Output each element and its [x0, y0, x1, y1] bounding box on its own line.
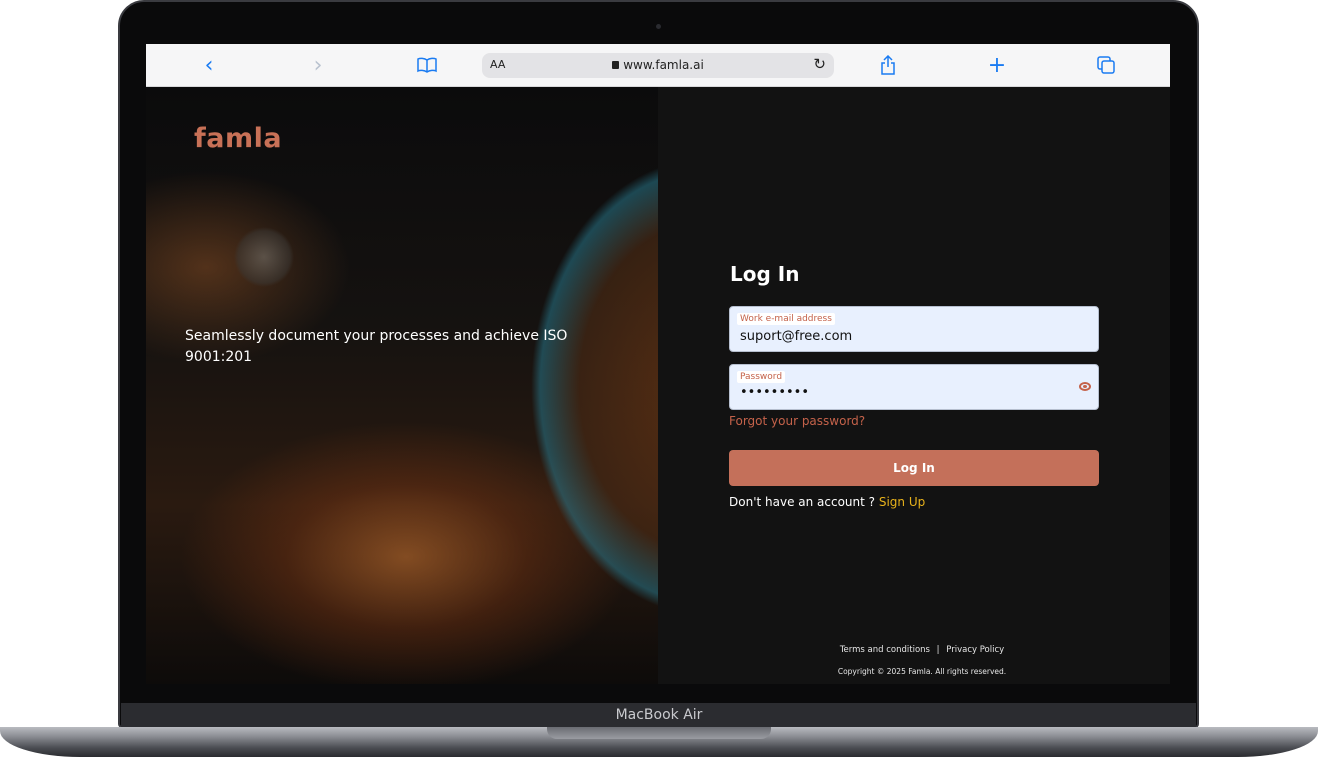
footer-separator: | [936, 645, 940, 655]
forward-icon[interactable]: › [303, 52, 333, 78]
password-field[interactable]: Password ••••••••• [729, 364, 1099, 410]
famla-logo[interactable]: famla [194, 123, 282, 154]
email-field[interactable]: Work e-mail address suport@free.com [729, 306, 1099, 352]
share-icon[interactable] [873, 52, 903, 78]
bookmarks-icon[interactable] [412, 52, 442, 78]
privacy-link[interactable]: Privacy Policy [946, 645, 1004, 655]
browser-toolbar: ‹ › AA www.famla.ai ↻ + [146, 44, 1170, 87]
page: famla Seamlessly document your processes… [146, 87, 1170, 684]
email-value[interactable]: suport@free.com [740, 329, 852, 344]
email-label: Work e-mail address [737, 313, 835, 325]
back-icon[interactable]: ‹ [194, 52, 224, 78]
reload-icon[interactable]: ↻ [813, 55, 826, 73]
terms-link[interactable]: Terms and conditions [840, 645, 930, 655]
login-button[interactable]: Log In [729, 450, 1099, 486]
eye-icon[interactable] [1079, 382, 1091, 391]
tabs-icon[interactable] [1091, 52, 1121, 78]
password-label: Password [737, 371, 786, 383]
laptop-notch [547, 727, 771, 739]
device-label: MacBook Air [615, 707, 703, 723]
signup-prompt: Don't have an account ? [729, 495, 879, 509]
hero-panel: famla Seamlessly document your processes… [146, 87, 658, 684]
address-bar[interactable]: AA www.famla.ai ↻ [482, 53, 834, 78]
new-tab-icon[interactable]: + [982, 52, 1012, 78]
signup-link[interactable]: Sign Up [879, 495, 925, 509]
footer-links: Terms and conditions | Privacy Policy [658, 645, 1170, 655]
signup-row: Don't have an account ? Sign Up [729, 495, 925, 509]
password-value[interactable]: ••••••••• [740, 385, 809, 400]
forgot-password-link[interactable]: Forgot your password? [729, 414, 865, 428]
lock-icon [612, 61, 620, 69]
url-text: www.famla.ai [623, 58, 704, 72]
login-title: Log In [730, 262, 800, 286]
screen: ‹ › AA www.famla.ai ↻ + famla Seamlessly… [146, 44, 1170, 684]
camera [656, 24, 661, 29]
login-panel: Log In Work e-mail address suport@free.c… [658, 87, 1170, 684]
hero-tagline: Seamlessly document your processes and a… [185, 328, 568, 365]
copyright: Copyright © 2025 Famla. All rights reser… [837, 667, 1007, 676]
